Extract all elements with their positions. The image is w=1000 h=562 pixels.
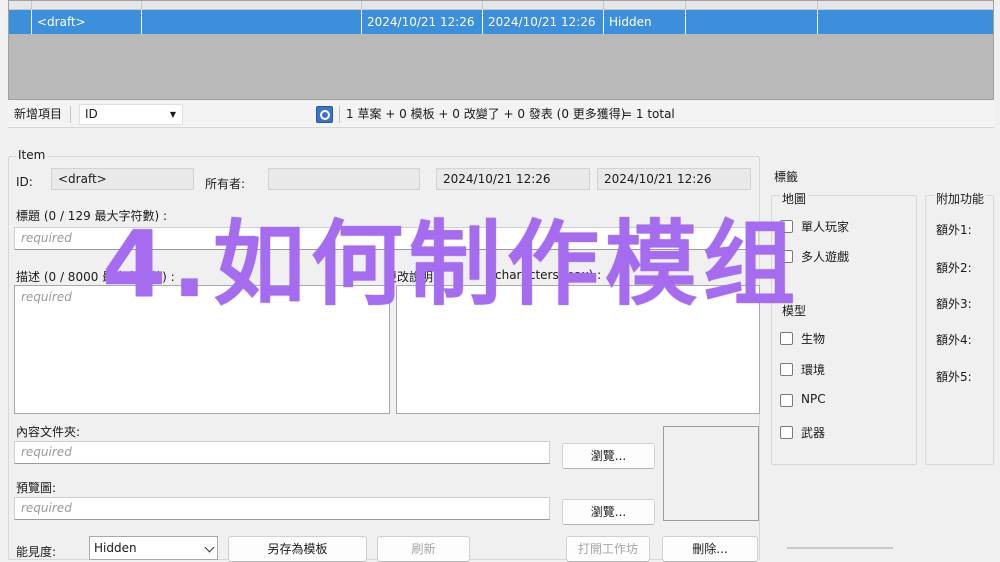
updated-field: 2024/10/21 12:26 xyxy=(597,168,751,190)
visibility-value: Hidden xyxy=(94,541,137,555)
id-field: <draft> xyxy=(51,168,194,190)
created-field: 2024/10/21 12:26 xyxy=(436,168,590,190)
model-item-label: 環境 xyxy=(801,363,826,377)
map-group-label: 地圖 xyxy=(780,190,809,207)
list-header-col[interactable] xyxy=(685,1,686,10)
extra-group-label: 附加功能 xyxy=(934,190,987,207)
list-header-col[interactable] xyxy=(141,1,142,10)
model-item-label: 武器 xyxy=(801,426,826,440)
browse-preview-button[interactable]: 瀏覽... xyxy=(562,499,655,525)
list-header-col[interactable] xyxy=(817,1,818,10)
table-row[interactable]: <draft> 2024/10/21 12:26 2024/10/21 12:2… xyxy=(9,10,993,34)
extra-item-label: 額外2: xyxy=(936,261,972,275)
overlay-title: 4.如何制作模组 xyxy=(102,211,801,318)
list-header-col[interactable] xyxy=(361,1,362,10)
extra-item-label: 額外1: xyxy=(936,223,972,237)
row-filler xyxy=(817,10,993,34)
extra-item-label: 額外3: xyxy=(936,297,972,311)
save-as-template-button[interactable]: 另存為模板 xyxy=(228,536,367,562)
checkbox-model-weapon[interactable] xyxy=(780,426,793,439)
extra-item-label: 額外5: xyxy=(936,370,972,384)
tags-label: 標籤 xyxy=(774,170,799,184)
model-item-label: NPC xyxy=(801,392,826,406)
chevron-down-icon xyxy=(204,542,215,553)
tags-divider xyxy=(787,547,893,549)
status-summary: 1 草案 + 0 模板 + 0 改變了 + 0 發表 (0 更多獲得) xyxy=(346,107,626,121)
preview-image-box xyxy=(663,426,759,521)
visibility-select[interactable]: Hidden xyxy=(89,536,218,560)
toolbar-separator xyxy=(70,106,71,123)
delete-button[interactable]: 刪除... xyxy=(662,536,758,562)
preview-image-label: 預覽圖: xyxy=(16,481,57,495)
toolbar: 新增項目 ID ▼ 1 草案 + 0 模板 + 0 改變了 + 0 發表 (0 … xyxy=(8,101,994,128)
visibility-label: 能見度: xyxy=(16,545,57,559)
description-placeholder: required xyxy=(21,290,72,304)
id-label: ID: xyxy=(16,175,33,189)
title-placeholder: required xyxy=(21,231,72,245)
row-title xyxy=(141,10,361,34)
checkbox-model-npc[interactable] xyxy=(780,394,793,407)
row-created: 2024/10/21 12:26 xyxy=(361,10,482,34)
checkbox-model-creature[interactable] xyxy=(780,332,793,345)
refresh-button[interactable]: 刷新 xyxy=(377,536,470,562)
content-folder-placeholder: required xyxy=(21,445,72,459)
list-header-col[interactable] xyxy=(31,1,32,10)
content-folder-input[interactable]: required xyxy=(14,441,550,464)
content-folder-label: 內容文件夾: xyxy=(16,425,81,439)
search-icon[interactable] xyxy=(316,106,333,123)
id-select[interactable]: ID ▼ xyxy=(79,104,183,125)
add-item-button[interactable]: 新增項目 xyxy=(14,101,62,128)
browse-content-button[interactable]: 瀏覽... xyxy=(562,443,655,469)
owner-label: 所有者: xyxy=(205,177,246,191)
list-header-col[interactable] xyxy=(603,1,604,10)
open-workshop-button[interactable]: 打開工作坊 xyxy=(566,536,650,562)
preview-image-input[interactable]: required xyxy=(14,497,550,520)
row-visibility: Hidden xyxy=(603,10,685,34)
status-total: = 1 total xyxy=(622,107,675,121)
list-header-col[interactable] xyxy=(482,1,483,10)
model-item-label: 生物 xyxy=(801,332,826,346)
row-name: <draft> xyxy=(31,10,141,34)
row-marker xyxy=(9,10,31,34)
item-list[interactable]: <draft> 2024/10/21 12:26 2024/10/21 12:2… xyxy=(8,0,994,100)
row-extra xyxy=(685,10,817,34)
toolbar-separator xyxy=(339,106,340,123)
list-header xyxy=(9,1,993,10)
id-select-value: ID xyxy=(85,107,98,121)
preview-image-placeholder: required xyxy=(21,501,72,515)
item-legend: Item xyxy=(16,148,48,162)
extra-item-label: 額外4: xyxy=(936,333,972,347)
dropdown-arrow-icon: ▼ xyxy=(169,110,176,119)
checkbox-model-environment[interactable] xyxy=(780,363,793,376)
row-updated: 2024/10/21 12:26 xyxy=(482,10,603,34)
owner-field xyxy=(268,168,420,190)
